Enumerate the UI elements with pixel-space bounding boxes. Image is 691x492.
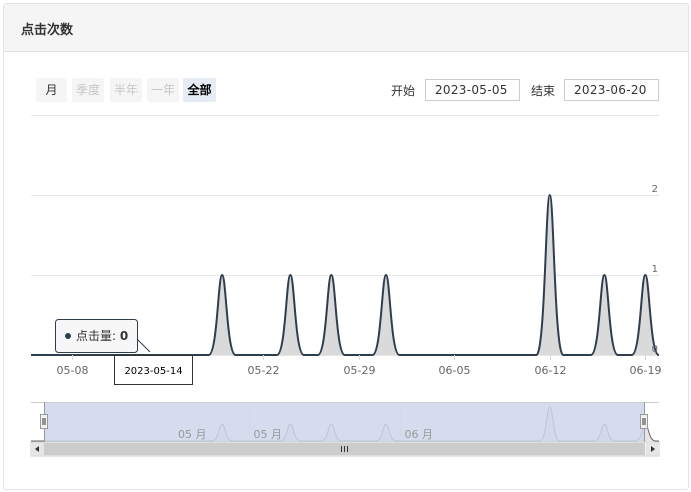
navigator-right-handle[interactable]: [640, 414, 648, 429]
y-tick-label: 1: [652, 264, 658, 275]
y-tick-label: 0: [652, 344, 658, 355]
click-chart: 05-0805-1505-2205-2906-0506-1206-19 012 …: [0, 115, 662, 457]
x-tick-label: 05-08: [57, 364, 89, 377]
tooltip-pointer: [136, 338, 151, 353]
crosshair-date-label: 2023-05-14: [124, 366, 182, 377]
x-tick-label: 06-12: [535, 364, 567, 377]
navigator-left-handle[interactable]: [40, 414, 48, 429]
navigator-month-label: 05 月: [254, 428, 283, 441]
y-tick-label: 2: [652, 184, 658, 195]
scrollbar[interactable]: [30, 441, 660, 457]
navigator[interactable]: 05 月 05 月 06 月: [0, 402, 659, 442]
navigator-month-label: 06 月: [405, 428, 434, 441]
navigator-selection-mask: [44, 402, 645, 442]
tooltip-series-label: 点击量: [76, 329, 112, 343]
x-tick-label: 05-22: [248, 364, 280, 377]
tooltip-series-marker-icon: [65, 333, 71, 339]
tooltip-value: 0: [120, 329, 128, 343]
x-tick-label: 05-29: [344, 364, 376, 377]
svg-text:点击量: 0: 点击量: 0: [76, 329, 128, 343]
x-tick-label: 06-05: [439, 364, 471, 377]
navigator-month-label: 05 月: [178, 428, 207, 441]
x-tick-label: 06-19: [630, 364, 662, 377]
